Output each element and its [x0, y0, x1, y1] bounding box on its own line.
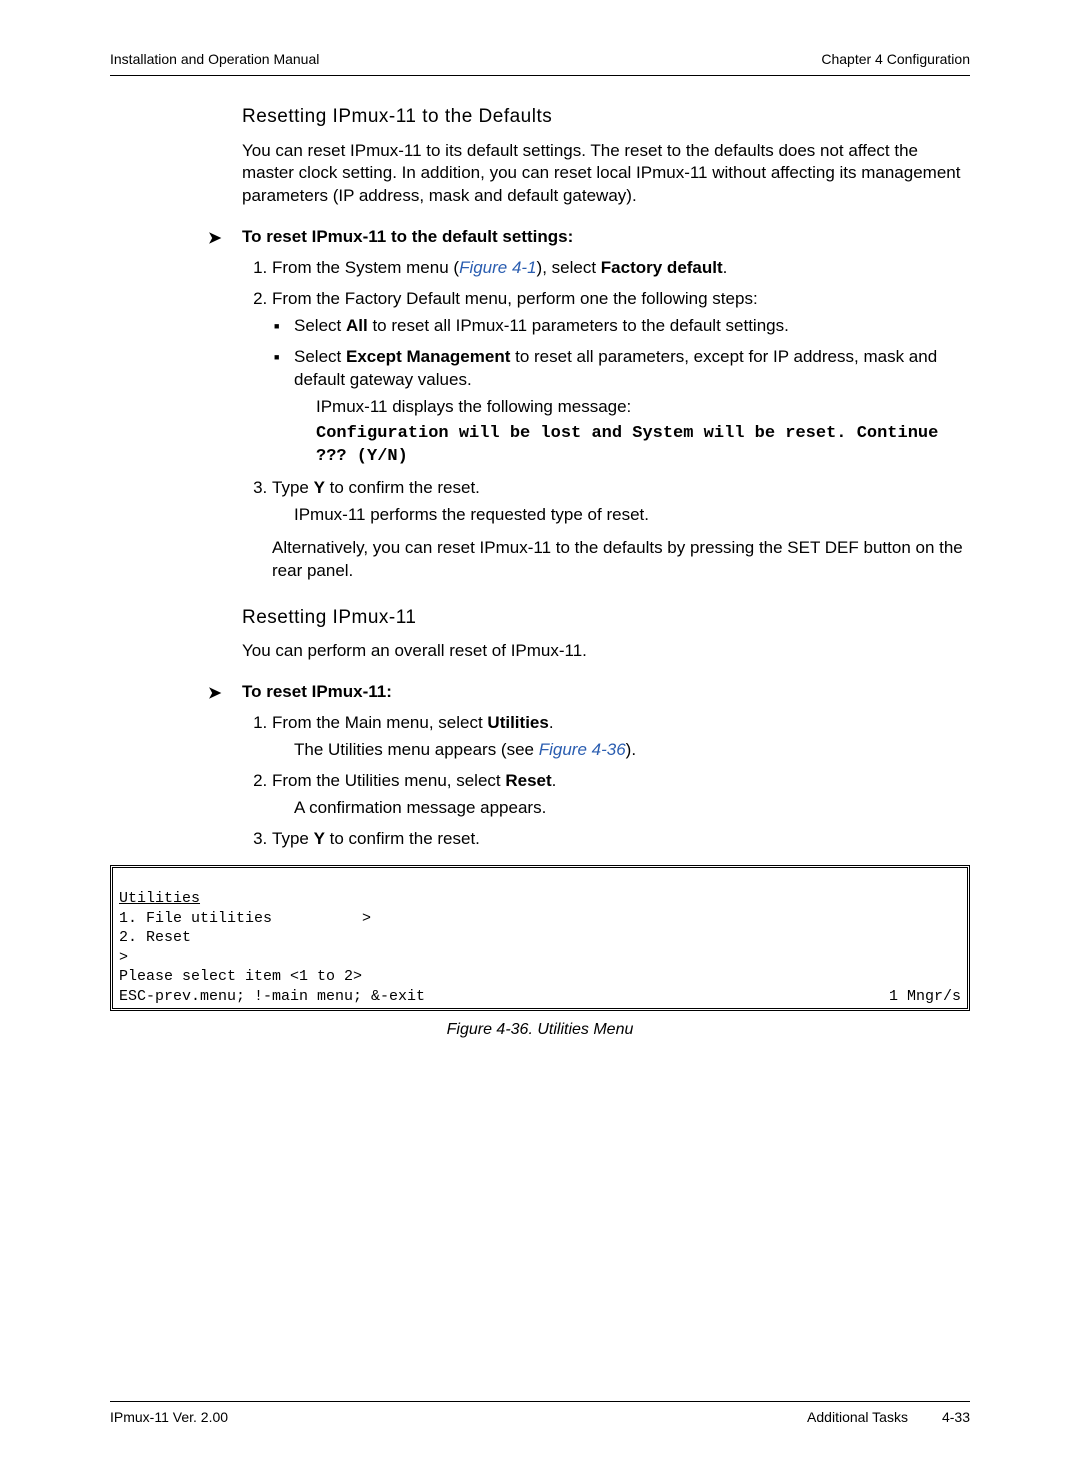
terminal-line-2: 2. Reset	[119, 929, 191, 946]
procedure-reset-defaults: ➤ To reset IPmux-11 to the default setti…	[242, 226, 970, 582]
page-header: Installation and Operation Manual Chapte…	[110, 50, 970, 76]
terminal-line-1: 1. File utilities >	[119, 910, 371, 927]
section-title-2: Resetting IPmux-11	[242, 605, 970, 631]
footer-section: Additional Tasks	[807, 1408, 908, 1427]
step-list-2: From the Main menu, select Utilities. Th…	[242, 712, 970, 851]
p2-step-1: From the Main menu, select Utilities. Th…	[272, 712, 970, 762]
procedure-reset-ipmux: ➤ To reset IPmux-11: From the Main menu,…	[242, 681, 970, 851]
figure-ref-4-1[interactable]: Figure 4-1	[459, 258, 536, 277]
terminal-title: Utilities	[119, 890, 200, 907]
message-lead: IPmux-11 displays the following message:	[316, 396, 970, 419]
header-left: Installation and Operation Manual	[110, 50, 319, 69]
section-intro-2: You can perform an overall reset of IPmu…	[242, 640, 970, 663]
footer-right: Additional Tasks 4-33	[807, 1408, 970, 1427]
header-right: Chapter 4 Configuration	[821, 50, 970, 69]
p2-step-3: Type Y to confirm the reset.	[272, 828, 970, 851]
procedure-heading: ➤ To reset IPmux-11 to the default setti…	[242, 226, 970, 249]
terminal-utilities-menu: Utilities 1. File utilities > 2. Reset >…	[110, 865, 970, 1012]
alternative-note: Alternatively, you can reset IPmux-11 to…	[272, 537, 970, 583]
section-intro: You can reset IPmux-11 to its default se…	[242, 140, 970, 209]
footer-page-number: 4-33	[942, 1408, 970, 1427]
terminal-line-3: >	[119, 949, 128, 966]
procedure-heading-text: To reset IPmux-11 to the default setting…	[242, 227, 573, 246]
p2-step-1-result: The Utilities menu appears (see Figure 4…	[294, 739, 970, 762]
step-list: From the System menu (Figure 4-1), selec…	[242, 257, 970, 582]
footer-left: IPmux-11 Ver. 2.00	[110, 1408, 228, 1427]
procedure-heading-2-text: To reset IPmux-11:	[242, 682, 392, 701]
section-reset-ipmux: Resetting IPmux-11 You can perform an ov…	[242, 605, 970, 664]
substep-list: Select All to reset all IPmux-11 paramet…	[272, 315, 970, 469]
code-message: Configuration will be lost and System wi…	[316, 423, 970, 469]
figure-ref-4-36[interactable]: Figure 4-36	[539, 740, 626, 759]
terminal-line-4: Please select item <1 to 2>	[119, 968, 362, 985]
procedure-heading-2: ➤ To reset IPmux-11:	[242, 681, 970, 704]
arrow-icon: ➤	[208, 683, 221, 705]
step-1: From the System menu (Figure 4-1), selec…	[272, 257, 970, 280]
step-2: From the Factory Default menu, perform o…	[272, 288, 970, 469]
terminal-line-5: ESC-prev.menu; !-main menu; &-exit1 Mngr…	[119, 987, 961, 1007]
p2-step-2: From the Utilities menu, select Reset. A…	[272, 770, 970, 820]
substep-all: Select All to reset all IPmux-11 paramet…	[294, 315, 970, 338]
section-title: Resetting IPmux-11 to the Defaults	[242, 104, 970, 130]
section-reset-defaults: Resetting IPmux-11 to the Defaults You c…	[242, 104, 970, 208]
substep-except-management: Select Except Management to reset all pa…	[294, 346, 970, 469]
step-3: Type Y to confirm the reset. IPmux-11 pe…	[272, 477, 970, 583]
page-footer: IPmux-11 Ver. 2.00 Additional Tasks 4-33	[110, 1401, 970, 1427]
step-3-result: IPmux-11 performs the requested type of …	[294, 504, 970, 527]
arrow-icon: ➤	[208, 228, 221, 250]
p2-step-2-result: A confirmation message appears.	[294, 797, 970, 820]
figure-caption: Figure 4-36. Utilities Menu	[110, 1019, 970, 1041]
